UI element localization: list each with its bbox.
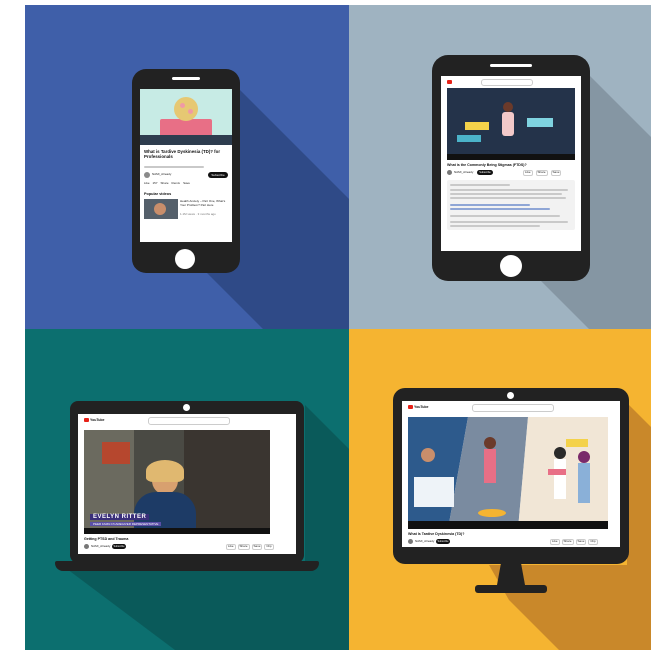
tablet-channel-name: NAMI_Already [454, 170, 474, 174]
monitor-screen: YouTube What Is Tardive Dyskinesia (TD)?… [402, 401, 620, 547]
laptop-base [55, 561, 319, 571]
monitor-action-row: Like Share Save Clip [550, 539, 598, 545]
phone-like-count: 157 [152, 181, 158, 185]
laptop-youtube-logo[interactable]: YouTube [84, 418, 104, 422]
laptop-save-button[interactable]: Save [251, 544, 263, 550]
tablet-speaker [490, 64, 532, 67]
tablet-video-title: What is the Commonly Being Stigmas (FTDS… [447, 163, 527, 167]
monitor-clip-button[interactable]: Clip [588, 539, 598, 545]
phone-section-heading: Popular videos [144, 192, 172, 196]
phone-save-button[interactable]: Save [183, 181, 190, 186]
phone-video-player[interactable] [140, 89, 232, 145]
tablet-action-row: Like Share Save [523, 170, 562, 176]
monitor-device: YouTube What Is Tardive Dyskinesia (TD)?… [393, 388, 629, 564]
monitor-video-player[interactable] [408, 417, 608, 529]
tablet-youtube-logo[interactable] [447, 80, 452, 84]
laptop-clip-button[interactable]: Clip [264, 544, 274, 550]
phone-like-button[interactable]: Like [144, 181, 150, 186]
phone-panel: What is Tardive Dyskinesia (TD)? for Pro… [25, 5, 349, 329]
phone-home-button[interactable] [175, 249, 195, 269]
youtube-play-icon [408, 405, 413, 409]
phone-speaker [172, 77, 200, 80]
tablet-device: What is the Commonly Being Stigmas (FTDS… [432, 55, 590, 281]
laptop-share-button[interactable]: Share [237, 544, 250, 550]
tablet-subscribe-button[interactable]: Subscribe [477, 170, 493, 175]
laptop-search-input[interactable] [148, 417, 230, 425]
tablet-video-player[interactable] [447, 88, 575, 160]
phone-remix-button[interactable]: Remix [172, 181, 181, 186]
tablet-screen: What is the Commonly Being Stigmas (FTDS… [441, 76, 581, 251]
laptop-video-title: Getting PTSD and Trauma [84, 537, 129, 541]
youtube-play-icon [84, 418, 89, 422]
monitor-search-input[interactable] [472, 404, 554, 412]
monitor-channel-avatar [408, 539, 413, 544]
phone-channel-avatar [144, 172, 150, 178]
phone-share-button[interactable]: Share [161, 181, 169, 186]
caption-subtitle: PEER FAMILY/CAREGIVER REPRESENTATIVE [90, 522, 162, 526]
youtube-play-icon [447, 80, 452, 84]
monitor-like-button[interactable]: Like [550, 539, 560, 545]
caption-name: EVELYN RITTER [90, 514, 150, 520]
monitor-channel-name: NAMI_Already [415, 539, 435, 543]
monitor-subscribe-button[interactable]: Subscribe [436, 539, 450, 544]
monitor-share-button[interactable]: Share [561, 539, 574, 545]
phone-screen: What is Tardive Dyskinesia (TD)? for Pro… [140, 89, 232, 242]
phone-device: What is Tardive Dyskinesia (TD)? for Pro… [132, 69, 240, 273]
phone-related-meta: 1.1M views · 3 months ago [180, 212, 216, 216]
tablet-share-button[interactable]: Share [535, 170, 548, 176]
tablet-like-button[interactable]: Like [523, 170, 533, 176]
laptop-like-button[interactable]: Like [226, 544, 236, 550]
phone-subscribe-button[interactable]: Subscribe [208, 172, 228, 178]
laptop-camera [183, 404, 190, 411]
laptop-panel: YouTube EVELYN RITTER PEER FAMILY/CAREGI… [25, 329, 349, 650]
tablet-save-button[interactable]: Save [550, 170, 562, 176]
laptop-channel-avatar [84, 544, 89, 549]
tablet-description-box[interactable] [447, 180, 575, 230]
laptop-action-row: Like Share Save Clip [226, 544, 274, 550]
monitor-video-title: What Is Tardive Dyskinesia (TD)? [408, 532, 465, 536]
tablet-search-input[interactable] [481, 79, 533, 86]
laptop-subscribe-button[interactable]: Subscribe [112, 544, 126, 549]
laptop-screen: YouTube EVELYN RITTER PEER FAMILY/CAREGI… [78, 414, 296, 554]
phone-channel-name: NAMI_Already [152, 172, 172, 176]
laptop-device: YouTube EVELYN RITTER PEER FAMILY/CAREGI… [70, 401, 304, 563]
laptop-player-controls[interactable] [84, 528, 270, 534]
monitor-youtube-logo[interactable]: YouTube [408, 405, 428, 409]
phone-related-thumbnail[interactable] [144, 199, 178, 219]
tablet-player-controls[interactable] [447, 154, 575, 160]
tablet-panel: What is the Commonly Being Stigmas (FTDS… [349, 5, 651, 329]
monitor-save-button[interactable]: Save [575, 539, 587, 545]
monitor-stand [475, 563, 547, 593]
phone-related-title[interactable]: Health Anxiety – Part One, What's Your P… [180, 199, 228, 207]
phone-video-title: What is Tardive Dyskinesia (TD)? for Pro… [144, 149, 221, 160]
laptop-channel-name: NAMI_Already [91, 544, 111, 548]
laptop-video-player[interactable]: EVELYN RITTER PEER FAMILY/CAREGIVER REPR… [84, 430, 270, 534]
tablet-channel-avatar [447, 170, 452, 175]
tablet-home-button[interactable] [500, 255, 522, 277]
monitor-panel: YouTube What Is Tardive Dyskinesia (TD)?… [349, 329, 651, 650]
phone-action-row: Like 157 Share Remix Save [144, 181, 190, 186]
monitor-camera [507, 392, 514, 399]
